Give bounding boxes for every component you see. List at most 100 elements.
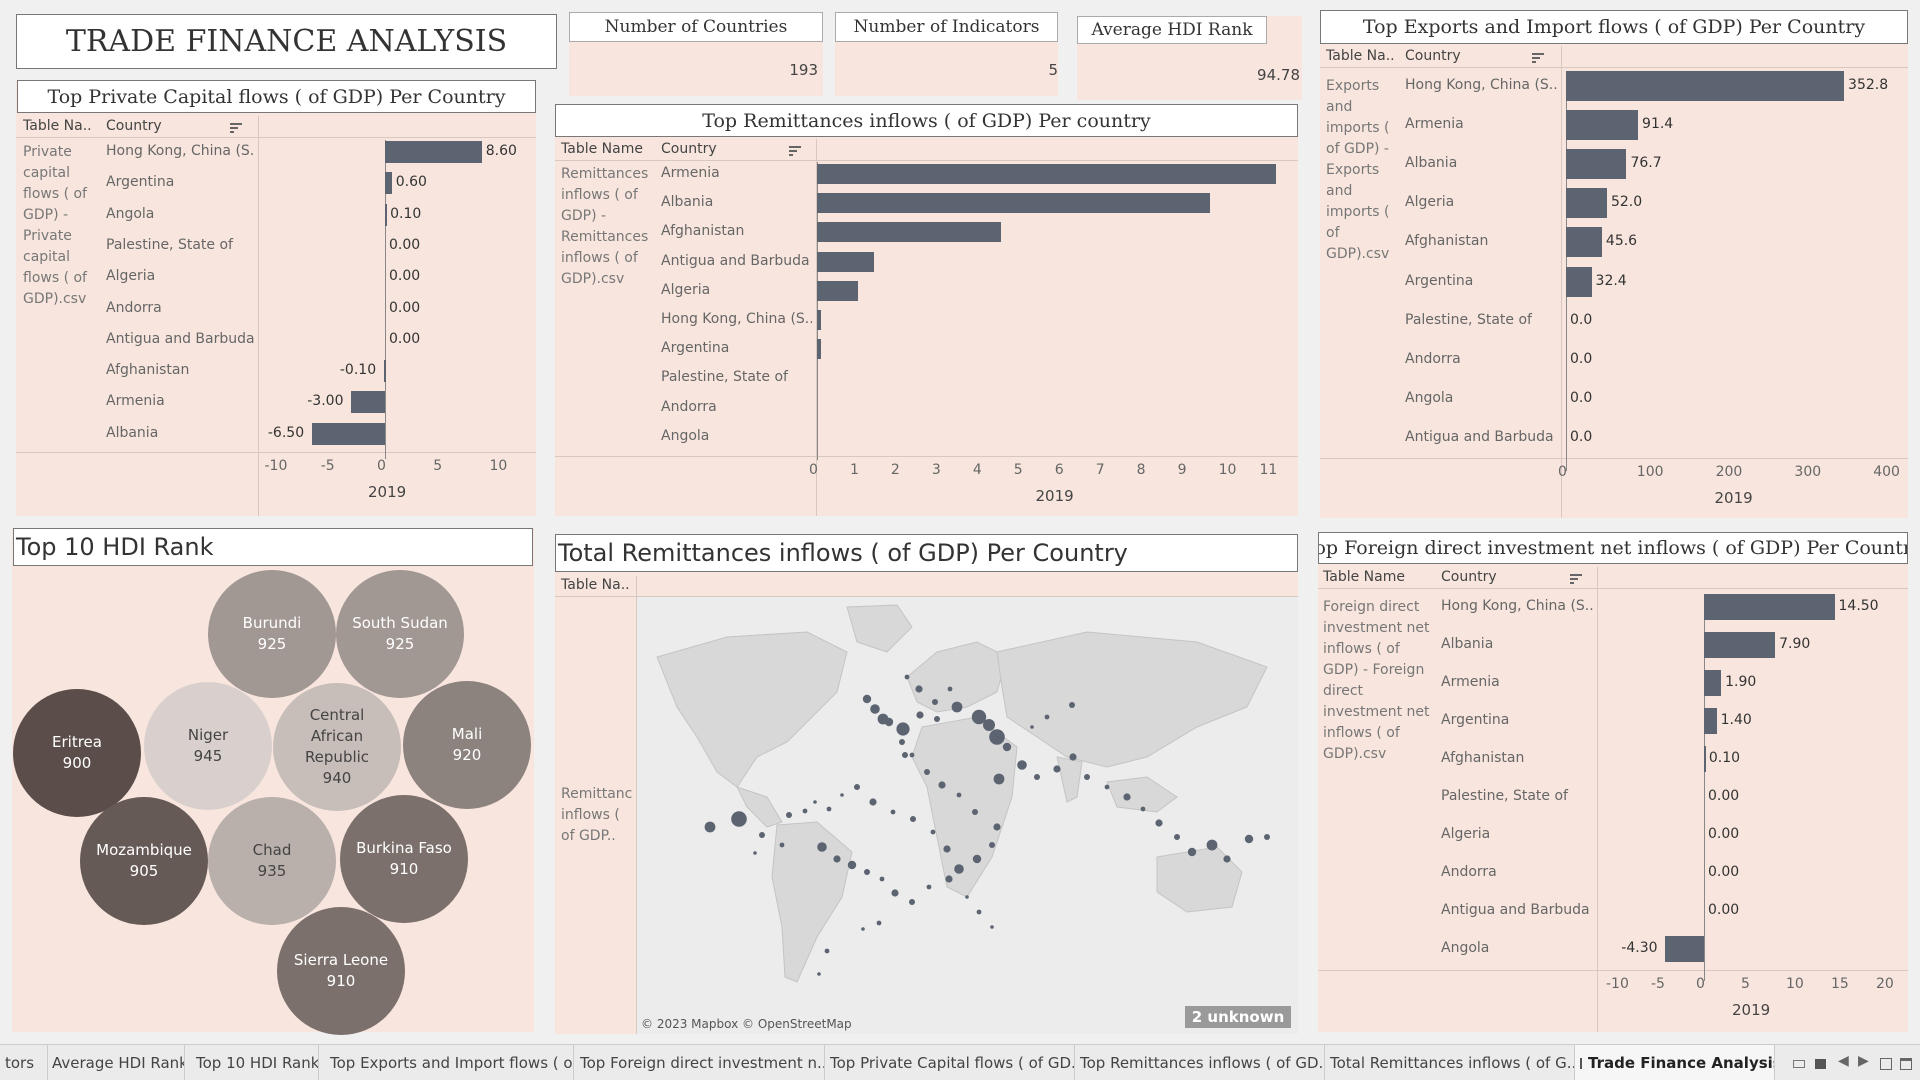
map-point[interactable]	[861, 927, 865, 931]
map-point[interactable]	[1053, 765, 1061, 773]
map-point[interactable]	[934, 716, 940, 722]
map-point[interactable]	[1264, 834, 1270, 840]
map-point[interactable]	[945, 875, 953, 883]
map-point[interactable]	[1155, 819, 1163, 827]
map-point[interactable]	[1206, 839, 1218, 851]
fdi-bar[interactable]	[1704, 632, 1776, 658]
remittances-country-header[interactable]: Country	[661, 141, 717, 157]
map-point[interactable]	[854, 784, 860, 790]
map-point[interactable]	[1174, 834, 1180, 840]
map-point[interactable]	[956, 792, 962, 798]
map-point[interactable]	[1069, 753, 1077, 761]
exports_imports-bar[interactable]	[1566, 149, 1627, 180]
map-point[interactable]	[1084, 774, 1090, 780]
map-attribution[interactable]: © 2023 Mapbox © OpenStreetMap	[641, 1017, 852, 1031]
private_capital-bar[interactable]	[385, 172, 392, 195]
map-point[interactable]	[1034, 774, 1040, 780]
prev-sheet-icon[interactable]: ◀	[1838, 1053, 1849, 1069]
tab-fdi[interactable]: Top Foreign direct investment n...	[575, 1045, 825, 1080]
exports_imports-table-name-header[interactable]: Table Na..	[1326, 48, 1395, 64]
map-point[interactable]	[993, 823, 1001, 831]
fdi-sort-icon[interactable]	[1570, 574, 1582, 584]
hdi-bubble[interactable]: Central African Republic 940	[273, 683, 401, 811]
exports_imports-bar[interactable]	[1566, 188, 1607, 219]
exports_imports-bar[interactable]	[1566, 71, 1845, 101]
hdi-bubble[interactable]: Burundi 925	[208, 570, 336, 698]
tab-trade-finance-analysis[interactable]: Trade Finance Analysis	[1575, 1045, 1775, 1080]
remittances-sort-icon[interactable]	[789, 146, 801, 156]
map-point[interactable]	[1187, 847, 1197, 857]
tab-exports-imports[interactable]: Top Exports and Import flows ( o...	[325, 1045, 574, 1080]
private_capital-bar[interactable]	[311, 422, 385, 445]
hdi-bubble[interactable]: Sierra Leone 910	[277, 907, 405, 1035]
map-point[interactable]	[989, 842, 995, 848]
tab-top-10-hdi-rank[interactable]: Top 10 HDI Rank	[191, 1045, 319, 1080]
map-point[interactable]	[847, 860, 857, 870]
fdi-bar[interactable]	[1665, 936, 1704, 962]
map-point[interactable]	[1030, 725, 1034, 729]
map-table-name-header[interactable]: Table Na..	[561, 577, 630, 593]
present-icon[interactable]	[1900, 1058, 1912, 1070]
map-point[interactable]	[864, 869, 870, 875]
fdi-bar[interactable]	[1704, 670, 1722, 696]
show-tabs-icon[interactable]	[1815, 1059, 1826, 1069]
map-point[interactable]	[704, 821, 716, 833]
map-point[interactable]	[891, 889, 899, 897]
map-point[interactable]	[930, 829, 936, 835]
tab-indicators[interactable]: tors	[0, 1045, 48, 1080]
map-point[interactable]	[1104, 784, 1110, 790]
map-point[interactable]	[947, 686, 953, 692]
map-point[interactable]	[972, 809, 978, 815]
map-point[interactable]	[817, 972, 821, 976]
remittances-bar[interactable]	[817, 251, 875, 272]
private_capital-sort-icon[interactable]	[230, 123, 242, 133]
remittances-bar[interactable]	[817, 222, 1002, 243]
private_capital-bar[interactable]	[385, 203, 387, 226]
exports_imports-bar[interactable]	[1566, 110, 1639, 141]
hdi-bubble[interactable]: Burkina Faso 910	[340, 795, 468, 923]
remittances-bar[interactable]	[817, 193, 1211, 214]
fdi-bar[interactable]	[1704, 594, 1835, 620]
map-point[interactable]	[989, 729, 1005, 745]
map-point[interactable]	[1123, 793, 1131, 801]
map-point[interactable]	[879, 876, 885, 882]
map-point[interactable]	[943, 845, 951, 853]
map-point[interactable]	[862, 694, 872, 704]
map-point[interactable]	[890, 809, 896, 815]
hdi-bubble[interactable]: South Sudan 925	[336, 570, 464, 698]
map-point[interactable]	[731, 811, 747, 827]
map-point[interactable]	[759, 832, 765, 838]
map-point[interactable]	[840, 793, 844, 797]
fullscreen-icon[interactable]	[1880, 1058, 1892, 1070]
exports_imports-bar[interactable]	[1566, 266, 1592, 297]
fdi-table-name-header[interactable]: Table Name	[1323, 569, 1405, 585]
map-point[interactable]	[954, 864, 964, 874]
map-point[interactable]	[824, 948, 830, 954]
map-point[interactable]	[932, 699, 938, 705]
private_capital-bar[interactable]	[385, 141, 482, 163]
hdi-bubble[interactable]: Mozambique 905	[80, 797, 208, 925]
map-point[interactable]	[876, 920, 882, 926]
remittances-bar[interactable]	[817, 339, 822, 360]
private_capital-country-header[interactable]: Country	[106, 118, 162, 134]
map-point[interactable]	[926, 884, 932, 890]
map-point[interactable]	[877, 713, 889, 725]
map-point[interactable]	[993, 773, 1005, 785]
map-point[interactable]	[924, 769, 930, 775]
hdi-bubble[interactable]: Chad 935	[208, 797, 336, 925]
tab-private-capital[interactable]: Top Private Capital flows ( of GD...	[825, 1045, 1075, 1080]
world-map[interactable]	[637, 597, 1298, 1034]
hdi-bubble[interactable]: Eritrea 900	[13, 689, 141, 817]
exports_imports-sort-icon[interactable]	[1532, 53, 1544, 63]
tab-total-remittances[interactable]: Total Remittances inflows ( of G...	[1325, 1045, 1575, 1080]
map-point[interactable]	[833, 855, 841, 863]
next-sheet-icon[interactable]: ▶	[1858, 1053, 1869, 1069]
private_capital-bar[interactable]	[383, 360, 386, 383]
map-point[interactable]	[909, 752, 915, 758]
map-point[interactable]	[817, 842, 827, 852]
map-point[interactable]	[976, 909, 982, 915]
exports_imports-country-header[interactable]: Country	[1405, 48, 1461, 64]
show-filmstrip-icon[interactable]	[1793, 1060, 1805, 1068]
hdi-bubble[interactable]: Mali 920	[403, 681, 531, 809]
map-point[interactable]	[915, 685, 923, 693]
